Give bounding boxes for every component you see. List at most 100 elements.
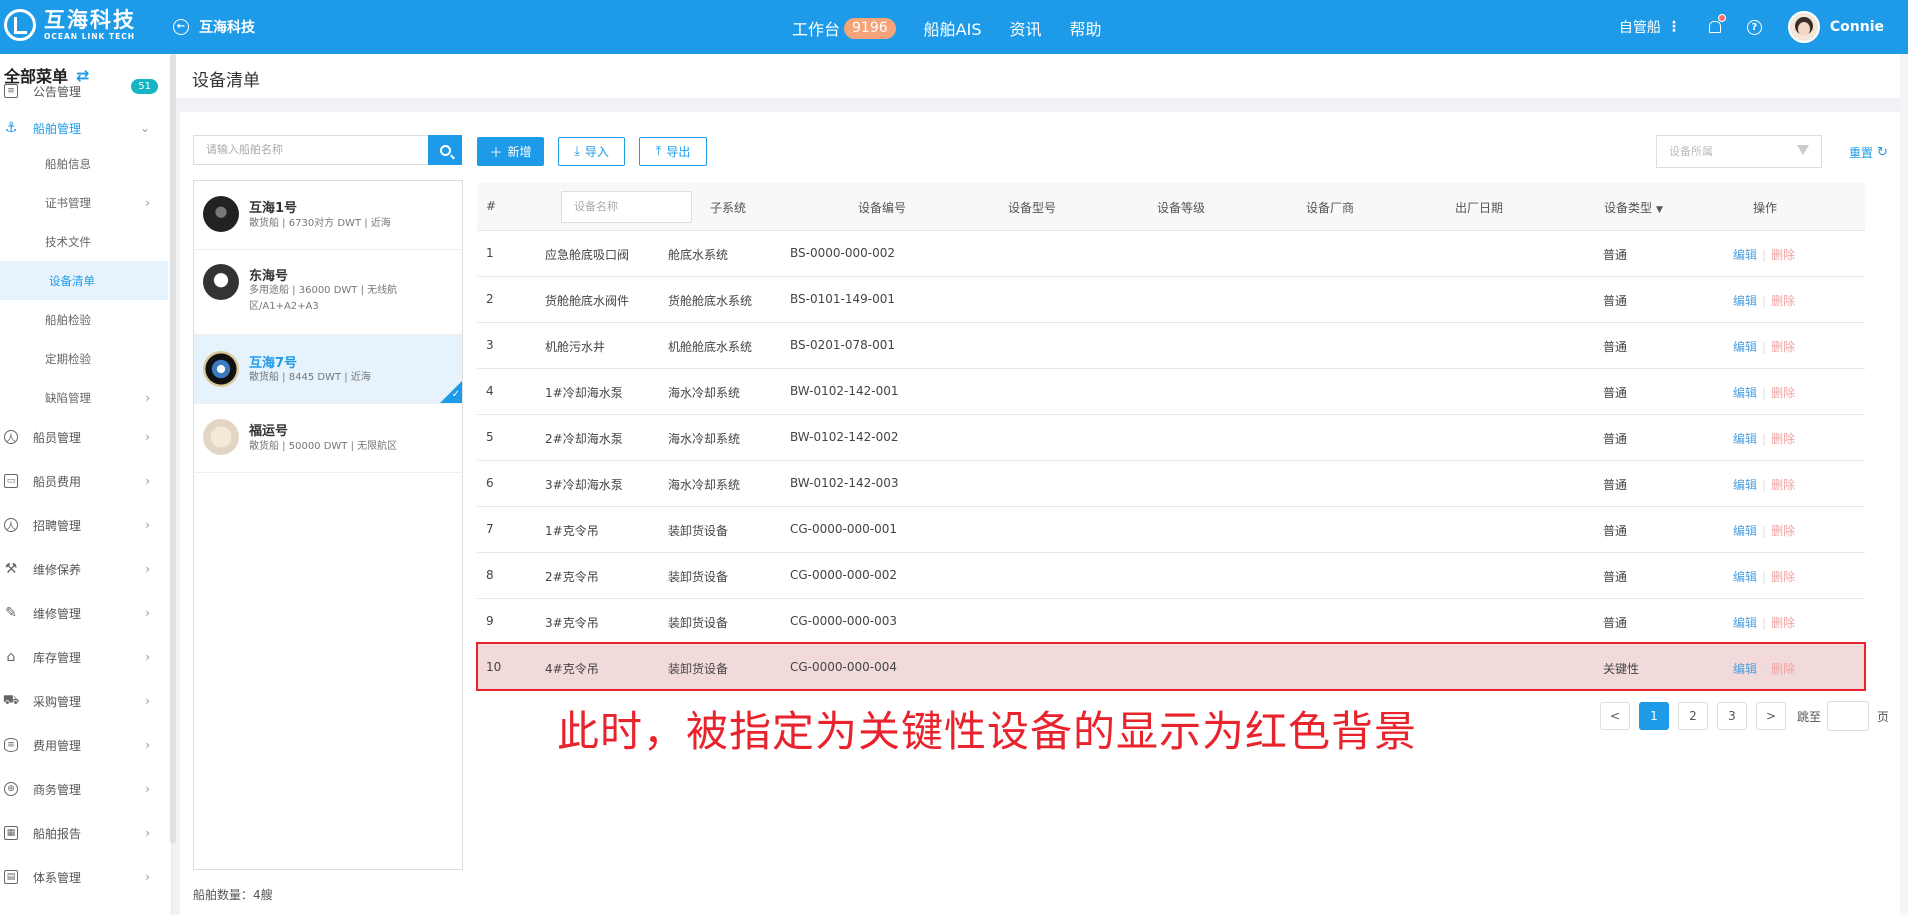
equipment-owner-filter[interactable]: 设备所属	[1656, 135, 1822, 168]
nav-ship-ais[interactable]: 船舶AIS	[924, 16, 982, 40]
ship-avatar	[203, 196, 239, 232]
notification-button[interactable]	[1707, 14, 1726, 34]
sidebar-item-purchase[interactable]: ⛟ 采购管理 ›	[0, 681, 168, 721]
username[interactable]: Connie	[1830, 19, 1884, 35]
delete-link[interactable]: 删除	[1771, 294, 1795, 308]
cell-code: CG-0000-000-002	[790, 568, 898, 582]
ship-item[interactable]: 东海号 多用途船 | 36000 DWT | 无线航区/A1+A2+A3	[194, 250, 462, 335]
page-2-button[interactable]: 2	[1678, 702, 1708, 730]
cart-icon: ⛟	[2, 692, 20, 708]
ship-search-input[interactable]: 请输入船舶名称	[193, 135, 428, 165]
cell-name: 1#冷却海水泵	[545, 386, 623, 400]
ship-item-selected[interactable]: 互海7号 散货船 | 8445 DWT | 近海 ✓	[194, 335, 462, 404]
export-button[interactable]: ⤒ 导出	[639, 137, 707, 166]
sidebar-sub-periodic-inspection[interactable]: 定期检验	[0, 339, 168, 378]
company-logo[interactable]: 互海科技 OCEAN LINK TECH	[4, 8, 136, 41]
table-row[interactable]: 9 3#克令吊 装卸货设备 CG-0000-000-003 普通 编辑 | 删除	[477, 599, 1865, 645]
sidebar-sub-certificates[interactable]: 证书管理 ›	[0, 183, 168, 222]
sidebar-item-label: 船舶管理	[33, 121, 82, 136]
table-row[interactable]: 2 货舱舱底水阀件 货舱舱底水系统 BS-0101-149-001 普通 编辑 | 删除	[477, 277, 1865, 323]
jump-page-input[interactable]	[1827, 701, 1870, 731]
help-button[interactable]: ?	[1746, 19, 1762, 35]
top-navbar: 互海科技 OCEAN LINK TECH ← 互海科技 工作台 9196 船舶A…	[0, 0, 1908, 54]
delete-link[interactable]: 删除	[1771, 340, 1795, 354]
sidebar-item-expense[interactable]: ≡ 费用管理 ›	[0, 725, 168, 765]
sidebar-item-ship-report[interactable]: ▦ 船舶报告 ›	[0, 813, 168, 853]
sidebar-sub-defects[interactable]: 缺陷管理 ›	[0, 378, 168, 417]
ship-search-button[interactable]	[428, 135, 462, 165]
book-icon: ≡	[4, 84, 18, 98]
cell-subsystem: 装卸货设备	[668, 524, 729, 538]
notice-count-badge: 51	[131, 79, 158, 94]
ship-item[interactable]: 福运号 散货船 | 50000 DWT | 无限航区	[194, 404, 462, 473]
cell-code: BS-0101-149-001	[790, 292, 895, 306]
sidebar-item-maintenance[interactable]: ⚒ 维修保养 ›	[0, 549, 168, 589]
reset-button[interactable]: 重置 ↻	[1849, 144, 1888, 161]
delete-link[interactable]: 删除	[1771, 432, 1795, 446]
sidebar-sub-equipment-list[interactable]: 设备清单	[0, 261, 168, 300]
delete-link[interactable]: 删除	[1771, 248, 1795, 262]
delete-link[interactable]: 删除	[1771, 478, 1795, 492]
main-scrollbar[interactable]	[1900, 54, 1908, 915]
cell-code: BW-0102-142-002	[790, 430, 899, 444]
back-link[interactable]: ← 互海科技	[173, 17, 255, 37]
database-icon: ≡	[4, 738, 18, 752]
cell-actions: 编辑 | 删除	[1733, 246, 1795, 263]
edit-link[interactable]: 编辑	[1733, 248, 1757, 262]
nav-help[interactable]: 帮助	[1070, 16, 1102, 40]
sidebar-item-ship-management[interactable]: ⚓ 船舶管理 ⌄	[0, 108, 168, 148]
import-button[interactable]: ⤓ 导入	[558, 137, 625, 166]
edit-link[interactable]: 编辑	[1733, 340, 1757, 354]
sidebar-item-crew[interactable]: 人 船员管理 ›	[0, 417, 168, 457]
cell-name: 3#克令吊	[545, 616, 599, 630]
nav-news[interactable]: 资讯	[1009, 16, 1041, 40]
table-row[interactable]: 8 2#克令吊 装卸货设备 CG-0000-000-002 普通 编辑 | 删除	[477, 553, 1865, 599]
edit-link[interactable]: 编辑	[1733, 294, 1757, 308]
action-divider: |	[1762, 478, 1767, 492]
sidebar-item-repair[interactable]: ✎ 维修管理 ›	[0, 593, 168, 633]
avatar[interactable]	[1787, 11, 1820, 43]
sidebar-item-recruit[interactable]: 人 招聘管理 ›	[0, 505, 168, 545]
sidebar-item-system[interactable]: ▤ 体系管理 ›	[0, 857, 168, 897]
edit-link[interactable]: 编辑	[1733, 616, 1757, 630]
sidebar-scrollbar[interactable]	[170, 54, 176, 844]
table-row[interactable]: 5 2#冷却海水泵 海水冷却系统 BW-0102-142-002 普通 编辑 | 删除	[477, 415, 1865, 461]
edit-link[interactable]: 编辑	[1733, 432, 1757, 446]
cell-index: 7	[486, 522, 494, 536]
page-3-button[interactable]: 3	[1717, 702, 1747, 730]
edit-link[interactable]: 编辑	[1733, 386, 1757, 400]
sidebar-sub-ship-info[interactable]: 船舶信息	[0, 144, 168, 183]
table-row[interactable]: 7 1#克令吊 装卸货设备 CG-0000-000-001 普通 编辑 | 删除	[477, 507, 1865, 553]
table-row[interactable]: 1 应急舱底吸口阀 舱底水系统 BS-0000-000-002 普通 编辑 | 删除	[477, 231, 1865, 277]
delete-link[interactable]: 删除	[1771, 524, 1795, 538]
prev-page-button[interactable]: <	[1600, 702, 1630, 730]
delete-link[interactable]: 删除	[1771, 386, 1795, 400]
wrench-icon: ✎	[5, 605, 17, 621]
table-row[interactable]: 3 机舱污水井 机舱舱底水系统 BS-0201-078-001 普通 编辑 | 删除	[477, 323, 1865, 369]
calendar-icon: ▦	[4, 826, 18, 840]
delete-link[interactable]: 删除	[1771, 616, 1795, 630]
self-managed-dropdown[interactable]: 自管船 ⋮	[1619, 17, 1681, 37]
cell-subsystem: 装卸货设备	[668, 570, 729, 584]
add-button[interactable]: ＋ 新增	[477, 137, 544, 166]
sidebar-item-inventory[interactable]: ⌂ 库存管理 ›	[0, 637, 168, 677]
delete-link[interactable]: 删除	[1771, 570, 1795, 584]
sidebar-item-crew-expense[interactable]: ▭ 船员费用 ›	[0, 461, 168, 501]
sidebar-sub-tech-docs[interactable]: 技术文件	[0, 222, 168, 261]
page-1-button[interactable]: 1	[1639, 702, 1669, 730]
table-row[interactable]: 4 1#冷却海水泵 海水冷却系统 BW-0102-142-001 普通 编辑 | 删除	[477, 369, 1865, 415]
col-type-sortable[interactable]: 设备类型 ▼	[1604, 199, 1663, 216]
ship-desc: 散货船 | 50000 DWT | 无限航区	[249, 441, 398, 452]
edit-link[interactable]: 编辑	[1733, 570, 1757, 584]
sidebar-item-business[interactable]: ⊕ 商务管理 ›	[0, 769, 168, 809]
edit-link[interactable]: 编辑	[1733, 478, 1757, 492]
sidebar-sub-ship-inspection[interactable]: 船舶检验	[0, 300, 168, 339]
next-page-button[interactable]: >	[1756, 702, 1786, 730]
ship-item[interactable]: 互海1号 散货船 | 6730对方 DWT | 近海	[194, 181, 462, 250]
cell-code: BS-0201-078-001	[790, 338, 895, 352]
sidebar-item-notice[interactable]: ≡ 公告管理 51	[0, 71, 168, 111]
table-row[interactable]: 6 3#冷却海水泵 海水冷却系统 BW-0102-142-003 普通 编辑 | 删除	[477, 461, 1865, 507]
edit-link[interactable]: 编辑	[1733, 524, 1757, 538]
equipment-name-filter[interactable]: 设备名称	[561, 191, 692, 223]
nav-workbench[interactable]: 工作台 9196	[792, 16, 896, 40]
